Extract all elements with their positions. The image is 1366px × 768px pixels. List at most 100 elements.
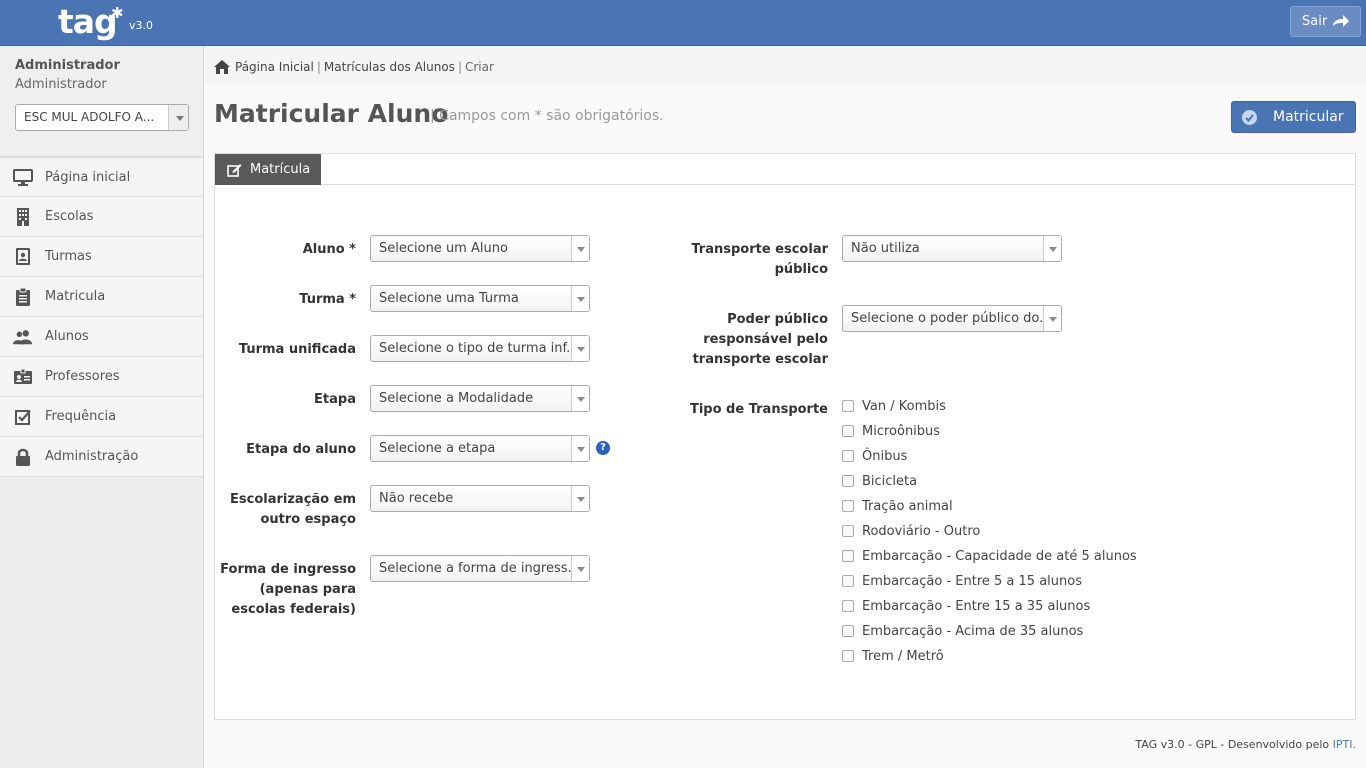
- sidebar-item-professores[interactable]: Professores: [0, 357, 203, 397]
- footer-link[interactable]: IPTI.: [1333, 738, 1356, 751]
- form-panel: Matrícula Aluno * Selecione um Aluno Tur…: [214, 153, 1356, 720]
- transport-type-option[interactable]: Trem / Metrô: [842, 647, 944, 665]
- forma-ingresso-select[interactable]: Selecione a forma de ingress...: [370, 555, 590, 582]
- chevron-down-icon: [571, 286, 589, 311]
- turma-unificada-select-value: Selecione o tipo de turma inf...: [379, 341, 579, 356]
- transport-type-option[interactable]: Embarcação - Acima de 35 alunos: [842, 622, 1083, 640]
- checkbox[interactable]: [842, 450, 854, 462]
- breadcrumb-section[interactable]: Matrículas dos Alunos: [324, 60, 455, 74]
- chevron-down-icon: [168, 105, 188, 130]
- breadcrumb-home[interactable]: Página Inicial: [235, 60, 314, 74]
- turma-unificada-select[interactable]: Selecione o tipo de turma inf...: [370, 335, 590, 362]
- etapa-aluno-label: Etapa do aluno: [246, 442, 356, 457]
- breadcrumb-current: Criar: [464, 60, 494, 74]
- checkbox[interactable]: [842, 475, 854, 487]
- chevron-down-icon: [571, 556, 589, 581]
- checkbox[interactable]: [842, 600, 854, 612]
- transport-type-label: Rodoviário - Outro: [862, 523, 981, 539]
- checkbox[interactable]: [842, 575, 854, 587]
- transport-type-option[interactable]: Embarcação - Capacidade de até 5 alunos: [842, 547, 1137, 565]
- clipboard-icon: [13, 287, 33, 306]
- turma-unificada-label: Turma unificada: [238, 342, 356, 357]
- sidebar-item-frequencia[interactable]: Frequência: [0, 397, 203, 437]
- checkbox[interactable]: [842, 650, 854, 662]
- transport-type-option[interactable]: Embarcação - Entre 5 a 15 alunos: [842, 572, 1082, 590]
- lock-icon: [13, 448, 33, 466]
- chevron-down-icon: [571, 486, 589, 511]
- sidebar-item-label: Página inicial: [45, 169, 131, 185]
- etapa-aluno-select-value: Selecione a etapa: [379, 441, 496, 456]
- etapa-select[interactable]: Selecione a Modalidade: [370, 385, 590, 412]
- edit-icon: [227, 163, 242, 177]
- aluno-label: Aluno *: [302, 242, 356, 257]
- chevron-down-icon: [571, 336, 589, 361]
- etapa-select-value: Selecione a Modalidade: [379, 391, 534, 406]
- checkbox[interactable]: [842, 400, 854, 412]
- escolarizacao-label: Escolarização em outro espaço: [230, 492, 356, 527]
- aluno-select[interactable]: Selecione um Aluno: [370, 235, 590, 262]
- sidebar-item-alunos[interactable]: Alunos: [0, 317, 203, 357]
- sidebar-item-label: Escolas: [45, 209, 94, 224]
- tab-matricula[interactable]: Matrícula: [215, 154, 321, 185]
- sidebar-item-matricula[interactable]: Matricula: [0, 277, 203, 317]
- turma-label: Turma *: [299, 292, 356, 307]
- chevron-down-icon: [571, 236, 589, 261]
- breadcrumb-separator: |: [457, 60, 462, 74]
- sidebar-item-label: Professores: [45, 369, 120, 384]
- transporte-label: Transporte escolar público: [691, 242, 828, 277]
- checkbox[interactable]: [842, 550, 854, 562]
- checkbox[interactable]: [842, 425, 854, 437]
- transport-type-option[interactable]: Embarcação - Entre 15 a 35 alunos: [842, 597, 1090, 615]
- turma-select[interactable]: Selecione uma Turma: [370, 285, 590, 312]
- check-circle-icon: [1242, 110, 1257, 125]
- transport-type-option[interactable]: Bicicleta: [842, 472, 917, 490]
- sidebar-item-escolas[interactable]: Escolas: [0, 197, 203, 237]
- matricular-button[interactable]: Matricular: [1231, 101, 1356, 133]
- contact-book-icon: [13, 248, 33, 266]
- etapa-aluno-select[interactable]: Selecione a etapa: [370, 435, 590, 462]
- checkbox[interactable]: [842, 525, 854, 537]
- top-bar: tag ✱ v3.0 Sair: [0, 0, 1366, 46]
- transport-type-label: Bicicleta: [862, 473, 918, 489]
- transport-type-option[interactable]: Microônibus: [842, 422, 940, 440]
- checkbox[interactable]: [842, 625, 854, 637]
- chevron-down-icon: [1043, 306, 1061, 331]
- breadcrumb-separator: |: [316, 60, 321, 74]
- transporte-select[interactable]: Não utiliza: [842, 235, 1062, 262]
- escolarizacao-select[interactable]: Não recebe: [370, 485, 590, 512]
- poder-publico-select-value: Selecione o poder público do...: [851, 311, 1052, 326]
- monitor-icon: [13, 168, 33, 186]
- escolarizacao-select-value: Não recebe: [379, 491, 454, 506]
- arrow-right-icon: [1333, 15, 1349, 27]
- app-version: v3.0: [129, 19, 154, 32]
- poder-publico-select[interactable]: Selecione o poder público do...: [842, 305, 1062, 332]
- transport-type-label: Embarcação - Entre 5 a 15 alunos: [862, 573, 1082, 589]
- transport-type-option[interactable]: Rodoviário - Outro: [842, 522, 980, 540]
- sidebar: Administrador Administrador ESC MUL ADOL…: [0, 46, 204, 768]
- transporte-select-value: Não utiliza: [851, 241, 920, 256]
- logo-star-icon: ✱: [111, 4, 124, 22]
- sidebar-item-label: Frequência: [45, 409, 117, 424]
- checkbox[interactable]: [842, 500, 854, 512]
- help-icon[interactable]: ?: [596, 441, 610, 455]
- transport-type-label: Van / Kombis: [862, 398, 946, 414]
- transport-type-label: Embarcação - Entre 15 a 35 alunos: [862, 598, 1091, 614]
- aluno-select-value: Selecione um Aluno: [379, 241, 508, 256]
- sidebar-item-turmas[interactable]: Turmas: [0, 237, 203, 277]
- app-logo[interactable]: tag: [58, 2, 118, 42]
- transport-type-option[interactable]: Van / Kombis: [842, 397, 946, 415]
- page-title: Matricular Aluno: [214, 99, 449, 128]
- transport-type-option[interactable]: Ônibus: [842, 447, 907, 465]
- users-icon: [13, 328, 33, 346]
- chevron-down-icon: [571, 436, 589, 461]
- etapa-label: Etapa: [314, 392, 356, 407]
- home-icon[interactable]: [214, 60, 230, 74]
- exit-button[interactable]: Sair: [1290, 6, 1361, 37]
- sidebar-item-administracao[interactable]: Administração: [0, 437, 203, 477]
- school-select[interactable]: ESC MUL ADOLFO A...: [15, 104, 189, 131]
- transport-type-label: Microônibus: [862, 423, 941, 439]
- tab-bar: Matrícula: [215, 154, 1355, 185]
- transport-type-option[interactable]: Tração animal: [842, 497, 953, 515]
- sidebar-item-pagina-inicial[interactable]: Página inicial: [0, 157, 203, 197]
- footer-text: TAG v3.0 - GPL - Desenvolvido pelo: [1135, 738, 1330, 751]
